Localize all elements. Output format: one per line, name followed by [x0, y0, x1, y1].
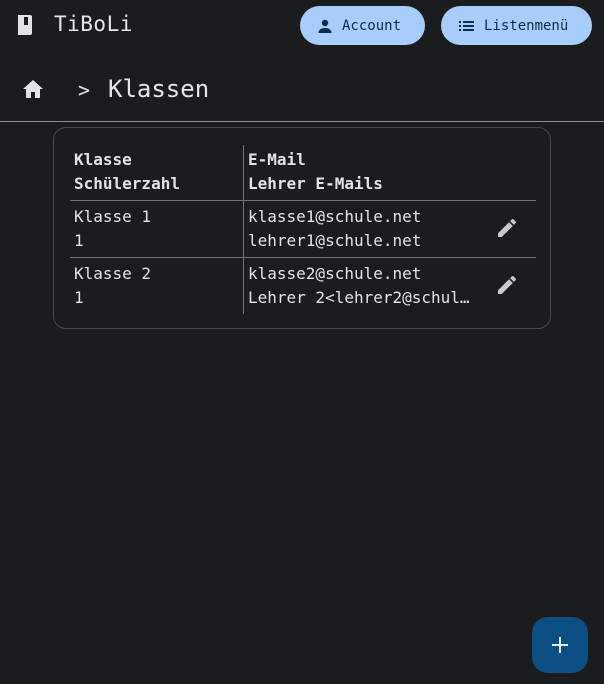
- teacher-emails: lehrer1@schule.net: [248, 231, 422, 250]
- book-icon: [18, 15, 32, 35]
- page-title: Klassen: [108, 75, 210, 103]
- class-email: klasse2@schule.net: [248, 264, 422, 283]
- teacher-emails: Lehrer 2<lehrer2@schule.net>: [248, 288, 474, 307]
- edit-icon[interactable]: [495, 216, 519, 240]
- breadcrumb: > Klassen: [0, 72, 604, 108]
- breadcrumb-separator: >: [78, 78, 91, 102]
- class-name: Klasse 1: [74, 207, 152, 226]
- classes-table: Klasse Schülerzahl E-Mail Lehrer E-Mails…: [53, 127, 551, 329]
- student-count: 1: [74, 288, 84, 307]
- header-student-count: Schülerzahl: [74, 174, 180, 193]
- row-divider: [70, 257, 536, 258]
- list-icon: [459, 20, 474, 31]
- header-class: Klasse: [74, 150, 132, 169]
- student-count: 1: [74, 231, 84, 250]
- header-teacher-emails: Lehrer E-Mails: [248, 174, 383, 193]
- person-icon: [318, 19, 332, 33]
- class-name: Klasse 2: [74, 264, 152, 283]
- home-icon[interactable]: [22, 79, 44, 99]
- add-class-button[interactable]: [532, 617, 588, 673]
- list-menu-button[interactable]: Listenmenü: [441, 6, 592, 45]
- list-menu-label: Listenmenü: [484, 17, 569, 34]
- header-email: E-Mail: [248, 150, 306, 169]
- header-divider: [0, 121, 604, 122]
- plus-icon: [552, 637, 568, 653]
- app-title: TiBoLi: [54, 12, 133, 36]
- edit-icon[interactable]: [495, 273, 519, 297]
- app-bar: TiBoLi Account Listenmenü: [0, 0, 604, 52]
- column-divider: [243, 145, 244, 314]
- account-label: Account: [342, 17, 402, 34]
- row-divider: [70, 200, 536, 201]
- account-button[interactable]: Account: [300, 6, 425, 45]
- class-email: klasse1@schule.net: [248, 207, 422, 226]
